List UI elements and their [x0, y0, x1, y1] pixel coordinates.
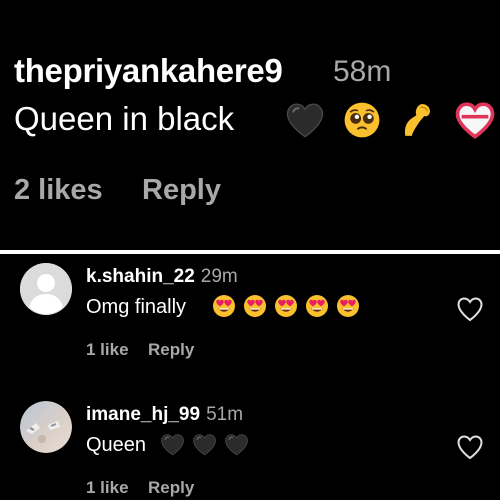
comment-username[interactable]: thepriyankahere9	[14, 52, 283, 90]
heart-eyes-icon	[305, 294, 329, 318]
username-text[interactable]: k.shahin_22	[86, 266, 195, 287]
comment-emojis	[160, 433, 249, 456]
heart-eyes-icon	[274, 294, 298, 318]
reply-button[interactable]: Reply	[148, 478, 194, 498]
comment-username[interactable]: imane_hj_99 51m	[86, 404, 243, 426]
default-avatar-icon	[20, 263, 72, 315]
heart-eyes-icon	[336, 294, 360, 318]
comment-item: imane_hj_99 51m Queen 1 like Reply	[0, 392, 500, 500]
comment-username[interactable]: k.shahin_22 29m	[86, 266, 238, 288]
username-text[interactable]: imane_hj_99	[86, 404, 200, 425]
comment-time: 29m	[200, 266, 238, 287]
black-heart-icon	[285, 101, 325, 139]
comment-item: k.shahin_22 29m Omg finally 1 like Reply	[0, 254, 500, 376]
comment-text: Omg finally	[86, 296, 187, 318]
photo-avatar-icon	[20, 401, 72, 453]
comment-likes[interactable]: 2 likes	[14, 174, 103, 207]
comment-text: Queen in black	[14, 100, 235, 137]
like-heart-icon[interactable]	[456, 296, 484, 322]
comment-likes[interactable]: 1 like	[86, 340, 129, 360]
comment-time: 51m	[206, 404, 244, 425]
pleading-face-icon	[343, 101, 381, 139]
avatar[interactable]	[20, 401, 72, 453]
comment-likes[interactable]: 1 like	[86, 478, 129, 498]
black-heart-icon	[224, 433, 249, 456]
white-heart-icon	[455, 101, 495, 139]
comment-emojis	[285, 101, 495, 139]
comments-list: k.shahin_2229m Omg finally 1 like Reply	[0, 254, 500, 500]
avatar[interactable]	[20, 263, 72, 315]
comment-time: 58m	[333, 55, 392, 88]
pinching-hand-icon	[399, 101, 437, 139]
reply-button[interactable]: Reply	[142, 174, 221, 207]
black-heart-icon	[192, 433, 217, 456]
top-comment-panel: thepriyankahere9 58m Queen in black 2 li…	[0, 0, 500, 250]
reply-button[interactable]: Reply	[148, 340, 194, 360]
comment-emojis	[212, 294, 360, 318]
comment-text: Queen	[86, 434, 147, 456]
heart-eyes-icon	[212, 294, 236, 318]
like-heart-icon[interactable]	[456, 434, 484, 460]
black-heart-icon	[160, 433, 185, 456]
heart-eyes-icon	[243, 294, 267, 318]
